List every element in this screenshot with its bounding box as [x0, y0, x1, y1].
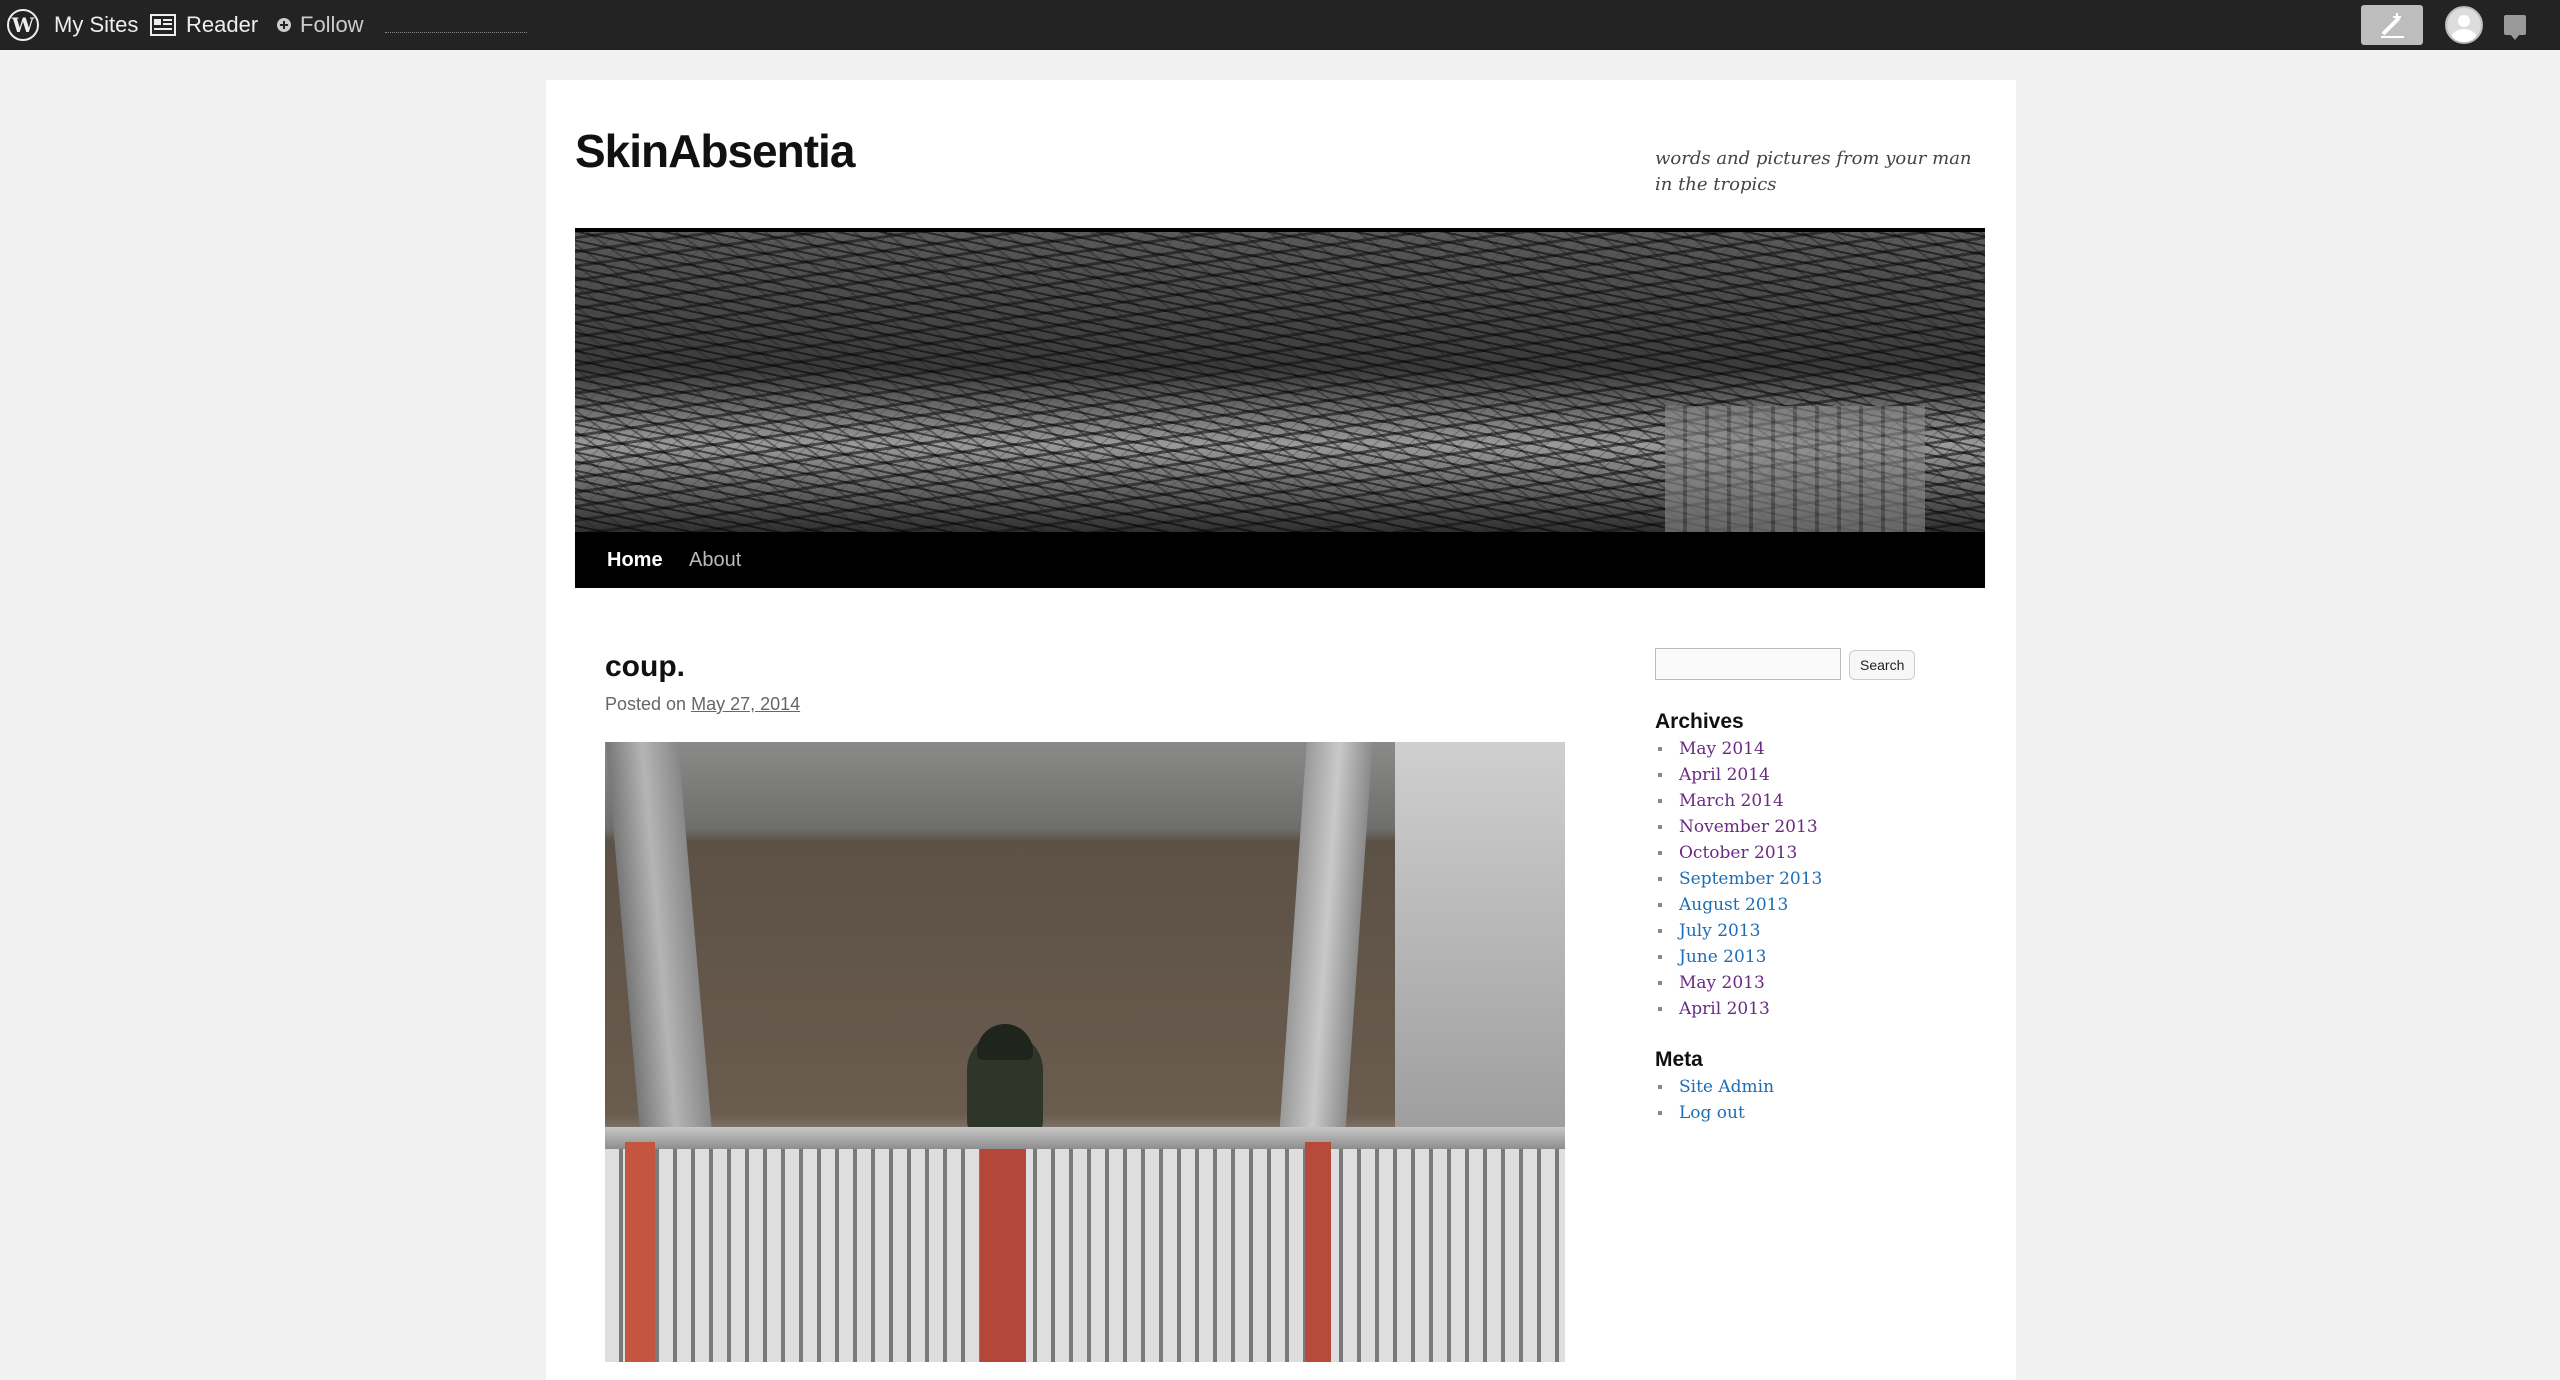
search-button[interactable]: Search [1849, 650, 1916, 680]
meta-heading: Meta [1655, 1048, 1703, 1071]
my-sites-link[interactable]: My Sites [54, 0, 138, 50]
reader-label: Reader [186, 12, 259, 37]
archives-heading: Archives [1655, 710, 1744, 733]
nav-item-about[interactable]: About [689, 532, 741, 588]
page-container: SkinAbsentia words and pictures from you… [546, 80, 2016, 1380]
archive-link[interactable]: May 2014 [1655, 736, 1822, 762]
archives-list: May 2014 April 2014 March 2014 November … [1655, 736, 1822, 1022]
archive-link[interactable]: October 2013 [1655, 840, 1822, 866]
archive-link[interactable]: May 2013 [1655, 970, 1822, 996]
site-title[interactable]: SkinAbsentia [575, 124, 855, 178]
post-title[interactable]: coup. [605, 650, 685, 684]
adminbar-search-field[interactable] [385, 0, 527, 50]
archive-link[interactable]: April 2013 [1655, 996, 1822, 1022]
svg-text:W: W [11, 13, 35, 37]
main-navigation: Home About [575, 532, 1985, 588]
wordpress-logo-icon[interactable]: W [6, 0, 46, 50]
archive-link[interactable]: November 2013 [1655, 814, 1822, 840]
follow-button[interactable]: Follow [276, 0, 364, 50]
post-date-link[interactable]: May 27, 2014 [691, 694, 800, 714]
archive-link[interactable]: April 2014 [1655, 762, 1822, 788]
user-avatar-icon[interactable] [2444, 0, 2484, 50]
admin-bar: W My Sites Reader Follow [0, 0, 2560, 50]
log-out-link[interactable]: Log out [1655, 1100, 1774, 1126]
post-image [605, 742, 1565, 1362]
archive-link[interactable]: September 2013 [1655, 866, 1822, 892]
site-admin-link[interactable]: Site Admin [1655, 1074, 1774, 1100]
sidebar-search-input[interactable] [1655, 648, 1841, 680]
notifications-icon[interactable] [2500, 0, 2530, 50]
archive-link[interactable]: March 2014 [1655, 788, 1822, 814]
post-meta: Posted on May 27, 2014 [605, 694, 800, 715]
write-post-button[interactable] [2361, 5, 2423, 45]
meta-list: Site Admin Log out [1655, 1074, 1774, 1126]
pencil-icon [2381, 13, 2404, 38]
plus-circle-icon [277, 18, 291, 32]
reader-link[interactable]: Reader [150, 0, 258, 50]
post-meta-prefix: Posted on [605, 694, 687, 714]
site-description: words and pictures from your man in the … [1655, 148, 1972, 195]
archive-link[interactable]: August 2013 [1655, 892, 1822, 918]
archive-link[interactable]: July 2013 [1655, 918, 1822, 944]
archive-link[interactable]: June 2013 [1655, 944, 1822, 970]
follow-label: Follow [300, 12, 364, 37]
reader-icon [150, 14, 176, 36]
header-image [575, 228, 1985, 536]
nav-item-home[interactable]: Home [607, 532, 663, 588]
my-sites-label: My Sites [54, 12, 139, 37]
